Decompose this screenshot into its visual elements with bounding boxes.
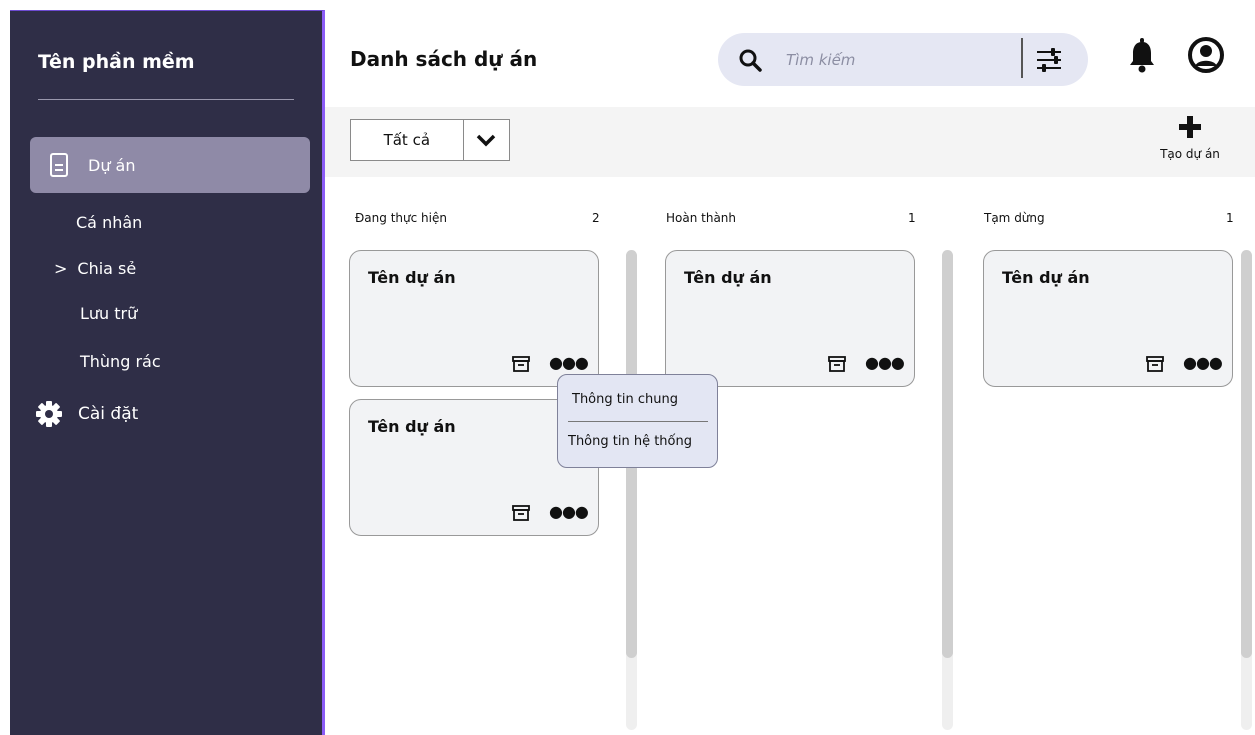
app-root: Tên phần mềm Dự án Cá nhân > Chia sẻ Lưu … — [0, 0, 1255, 735]
column-count: 1 — [908, 211, 916, 225]
document-icon — [50, 153, 68, 177]
more-options-icon[interactable]: ●●● — [549, 504, 589, 520]
archive-icon[interactable] — [512, 356, 530, 372]
user-avatar-icon[interactable] — [1188, 37, 1224, 73]
search-bar — [718, 33, 1088, 86]
project-card[interactable]: Tên dự án ●●● — [983, 250, 1233, 387]
column-count: 2 — [592, 211, 600, 225]
chevron-down-icon — [477, 134, 496, 147]
column-count: 1 — [1226, 211, 1234, 225]
menu-item-general-info[interactable]: Thông tin chung — [572, 392, 678, 407]
toolbar: Tất cả Tạo dự án — [325, 107, 1255, 177]
project-title: Tên dự án — [684, 268, 772, 287]
menu-item-system-info[interactable]: Thông tin hệ thống — [568, 434, 692, 449]
project-title: Tên dự án — [368, 417, 456, 436]
sidebar-item-label: Cá nhân — [76, 213, 143, 232]
sidebar-item-label: Lưu trữ — [80, 304, 138, 323]
column-title: Hoàn thành — [666, 211, 737, 225]
sidebar-item-label: Thùng rác — [80, 352, 161, 371]
search-icon[interactable] — [738, 48, 762, 72]
context-menu: Thông tin chung Thông tin hệ thống — [557, 374, 718, 468]
sidebar-divider — [38, 99, 294, 100]
chevron-right-icon[interactable]: > — [54, 259, 67, 278]
archive-icon[interactable] — [1146, 356, 1164, 372]
create-project-button[interactable]: Tạo dự án — [1145, 115, 1235, 161]
create-project-label: Tạo dự án — [1160, 147, 1220, 161]
sidebar: Tên phần mềm Dự án Cá nhân > Chia sẻ Lưu … — [10, 10, 325, 735]
sidebar-item-projects[interactable]: Dự án — [30, 137, 310, 193]
project-card[interactable]: Tên dự án ●●● — [665, 250, 915, 387]
sidebar-item-archive[interactable]: Lưu trữ — [80, 304, 137, 323]
project-card[interactable]: Tên dự án ●●● — [349, 250, 599, 387]
menu-divider — [568, 421, 708, 422]
sidebar-item-label: Chia sẻ — [77, 259, 137, 278]
sidebar-item-label: Cài đặt — [78, 404, 139, 424]
status-filter-select[interactable]: Tất cả — [350, 119, 510, 161]
more-options-icon[interactable]: ●●● — [1183, 355, 1223, 371]
app-name: Tên phần mềm — [38, 51, 195, 73]
sidebar-item-trash[interactable]: Thùng rác — [80, 352, 161, 371]
project-title: Tên dự án — [1002, 268, 1090, 287]
scrollbar-thumb[interactable] — [1241, 250, 1252, 658]
bell-icon[interactable] — [1128, 38, 1156, 74]
sidebar-item-settings[interactable]: Cài đặt — [36, 401, 138, 427]
sidebar-item-shared[interactable]: > Chia sẻ — [54, 259, 136, 278]
search-input[interactable] — [786, 49, 1006, 71]
dropdown-toggle[interactable] — [462, 120, 509, 160]
page-title: Danh sách dự án — [350, 47, 538, 71]
sidebar-item-personal[interactable]: Cá nhân — [76, 213, 142, 232]
search-divider — [1021, 38, 1023, 78]
plus-icon — [1178, 115, 1202, 145]
more-options-icon[interactable]: ●●● — [865, 355, 905, 371]
sidebar-item-label: Dự án — [88, 155, 136, 175]
project-title: Tên dự án — [368, 268, 456, 287]
status-filter-value: Tất cả — [383, 131, 431, 149]
filter-sliders-icon[interactable] — [1034, 45, 1064, 75]
gear-icon — [36, 401, 62, 427]
scrollbar-thumb[interactable] — [942, 250, 953, 658]
column-title: Đang thực hiện — [355, 211, 447, 225]
archive-icon[interactable] — [512, 505, 530, 521]
archive-icon[interactable] — [828, 356, 846, 372]
more-options-icon[interactable]: ●●● — [549, 355, 589, 371]
column-title: Tạm dừng — [984, 211, 1045, 225]
